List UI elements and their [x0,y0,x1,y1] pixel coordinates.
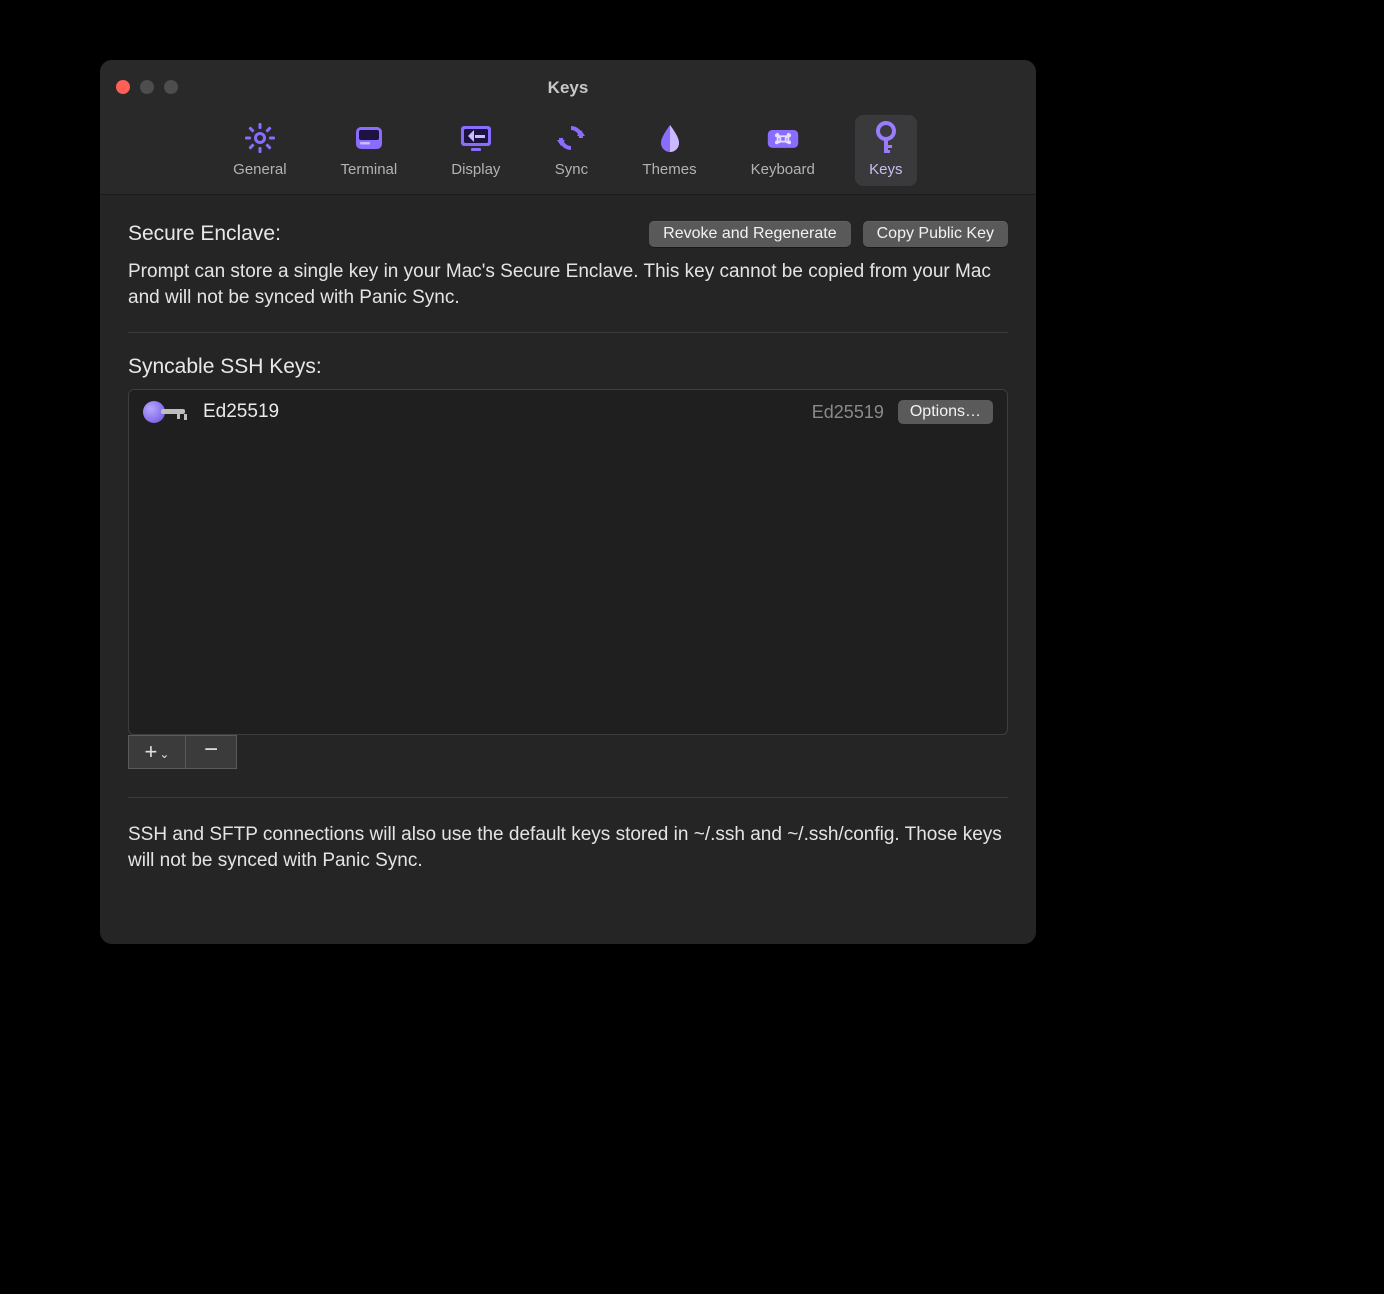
preferences-tabs: General Terminal [100,115,1036,186]
tab-general[interactable]: General [219,115,300,186]
ssh-key-options-button[interactable]: Options… [898,400,993,424]
secure-enclave-title: Secure Enclave: [128,222,281,246]
divider [128,332,1008,333]
ssh-keys-list: Ed25519 Ed25519 Options… [128,389,1008,735]
tab-display[interactable]: Display [437,115,514,186]
keyboard-icon [766,121,800,155]
tab-sync[interactable]: Sync [540,115,602,186]
themes-icon [653,121,687,155]
keys-icon [869,121,903,155]
ssh-key-name: Ed25519 [203,401,279,423]
revoke-regenerate-button[interactable]: Revoke and Regenerate [649,221,850,247]
list-controls: + ⌄ − [128,735,1008,769]
display-icon [459,121,493,155]
gear-icon [243,121,277,155]
secure-enclave-header: Secure Enclave: Revoke and Regenerate Co… [128,221,1008,247]
content-area: Secure Enclave: Revoke and Regenerate Co… [100,195,1036,898]
tab-themes[interactable]: Themes [628,115,710,186]
tab-label: Sync [555,161,588,178]
tab-label: Terminal [341,161,398,178]
footer-note: SSH and SFTP connections will also use t… [128,822,1008,873]
chevron-down-icon: ⌄ [159,747,169,761]
titlebar: Keys [100,60,1036,195]
tab-keys[interactable]: Keys [855,115,917,186]
remove-key-button[interactable]: − [185,735,237,769]
tab-label: Keys [869,161,902,178]
divider [128,797,1008,798]
minus-icon: − [204,736,218,764]
secure-enclave-actions: Revoke and Regenerate Copy Public Key [649,221,1008,247]
key-icon [143,400,189,424]
tab-terminal[interactable]: Terminal [327,115,412,186]
ssh-key-row[interactable]: Ed25519 Ed25519 Options… [129,390,1007,434]
terminal-icon [352,121,386,155]
syncable-keys-title: Syncable SSH Keys: [128,355,1008,379]
copy-public-key-button[interactable]: Copy Public Key [863,221,1008,247]
window-title: Keys [100,78,1036,98]
tab-keyboard[interactable]: Keyboard [737,115,829,186]
add-key-button[interactable]: + ⌄ [128,735,185,769]
tab-label: General [233,161,286,178]
sync-icon [554,121,588,155]
preferences-window: Keys [100,60,1036,944]
tab-label: Themes [642,161,696,178]
plus-icon: + [145,739,158,765]
tab-label: Keyboard [751,161,815,178]
tab-label: Display [451,161,500,178]
ssh-key-type: Ed25519 [812,402,884,423]
secure-enclave-description: Prompt can store a single key in your Ma… [128,259,1008,310]
